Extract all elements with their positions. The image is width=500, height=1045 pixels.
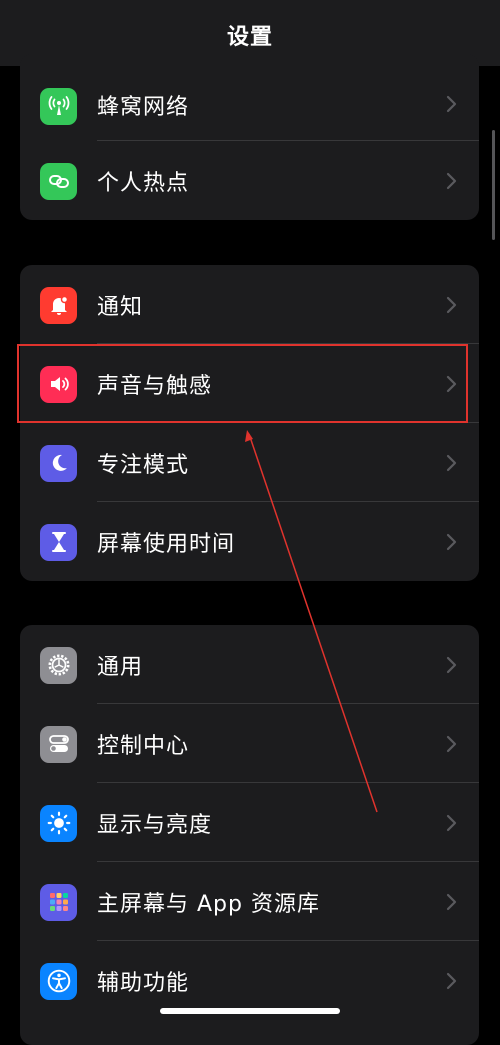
settings-row-control-center[interactable]: 控制中心	[20, 704, 479, 783]
settings-group-general: 通用 控制中心 显示与亮度 主屏幕与 App 资源库 辅助功能	[20, 625, 479, 1045]
settings-row-label: 屏幕使用时间	[97, 531, 236, 557]
toggles-icon	[40, 725, 77, 763]
chevron-right-icon	[446, 172, 457, 189]
settings-row-label: 显示与亮度	[97, 812, 213, 838]
app-grid-icon	[40, 883, 77, 921]
bell-icon	[40, 286, 77, 324]
chevron-right-icon	[446, 656, 457, 673]
scroll-indicator[interactable]	[492, 130, 495, 240]
settings-row-personal-hotspot[interactable]: 个人热点	[20, 141, 479, 220]
page-title: 设置	[226, 25, 273, 50]
settings-row-display-brightness[interactable]: 显示与亮度	[20, 783, 479, 862]
hourglass-icon	[40, 523, 77, 561]
settings-row-label: 蜂窝网络	[97, 94, 190, 120]
settings-row-cellular[interactable]: 蜂窝网络	[20, 54, 479, 141]
settings-row-label: 个人热点	[97, 170, 190, 196]
accessibility-icon	[40, 962, 77, 1000]
chevron-right-icon	[446, 454, 457, 471]
highlight-box	[17, 344, 468, 423]
chevron-right-icon	[446, 735, 457, 752]
settings-row-notifications[interactable]: 通知	[20, 265, 479, 344]
settings-row-label: 通知	[97, 294, 144, 320]
chevron-right-icon	[446, 533, 457, 550]
moon-icon	[40, 444, 77, 482]
gear-icon	[40, 646, 77, 684]
sun-icon	[40, 804, 77, 842]
settings-group-notifications: 通知 声音与触感 专注模式 屏幕使用时间	[20, 265, 479, 581]
chevron-right-icon	[446, 814, 457, 831]
settings-row-label: 专注模式	[97, 452, 190, 478]
settings-row-home-screen-app-library[interactable]: 主屏幕与 App 资源库	[20, 862, 479, 941]
settings-row-label: 通用	[97, 654, 144, 680]
link-icon	[40, 162, 77, 200]
chevron-right-icon	[446, 296, 457, 313]
settings-row-label: 辅助功能	[97, 970, 190, 996]
chevron-right-icon	[446, 972, 457, 989]
antenna-icon	[40, 87, 77, 125]
settings-row-label: 控制中心	[97, 733, 190, 759]
settings-row-focus[interactable]: 专注模式	[20, 423, 479, 502]
settings-row-screen-time[interactable]: 屏幕使用时间	[20, 502, 479, 581]
chevron-right-icon	[446, 893, 457, 910]
home-indicator[interactable]	[160, 1008, 340, 1014]
settings-group-connectivity: 蜂窝网络 个人热点	[20, 54, 479, 220]
settings-row-label: 主屏幕与 App 资源库	[97, 891, 320, 917]
chevron-right-icon	[446, 95, 457, 112]
settings-row-general[interactable]: 通用	[20, 625, 479, 704]
